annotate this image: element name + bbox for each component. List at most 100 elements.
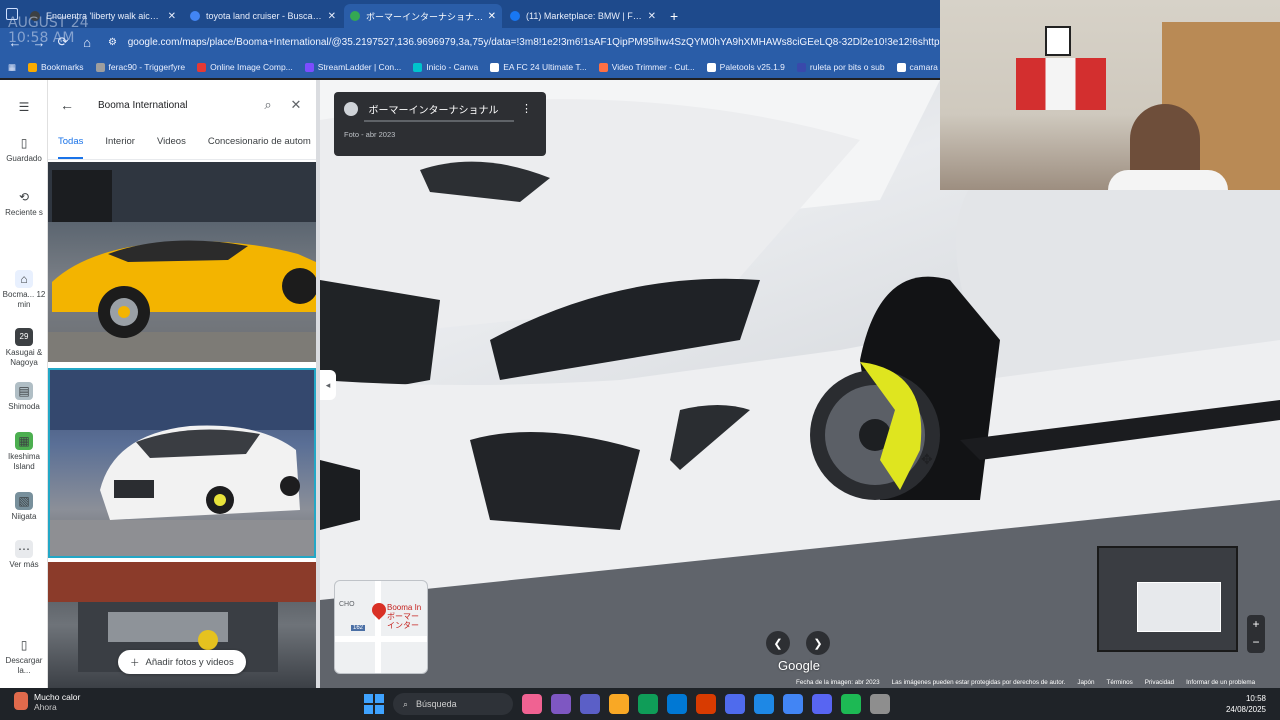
privacy-link[interactable]: Privacidad: [1145, 679, 1174, 688]
mini-map[interactable]: CHO 162 Booma In ボーマー インター: [334, 580, 428, 674]
new-tab-button[interactable]: +: [670, 8, 678, 24]
image-icon: [197, 62, 207, 72]
rail-item-niigata[interactable]: ▧ Niigata: [0, 492, 48, 522]
rail-label: Guardado: [6, 154, 42, 163]
bookmark-item[interactable]: Online Image Comp...: [197, 62, 293, 72]
chrome-icon[interactable]: [783, 694, 803, 714]
file-explorer-icon[interactable]: [609, 694, 629, 714]
edge-icon[interactable]: [638, 694, 658, 714]
rail-item-more[interactable]: ⋯ Ver más: [0, 540, 48, 570]
tab-all[interactable]: Todas: [58, 136, 84, 159]
rail-item-saved[interactable]: ▯ Guardado: [0, 134, 48, 164]
place-name[interactable]: ボーマーインターナショナル: [368, 105, 498, 116]
taskbar-search[interactable]: ⌕ Búsqueda: [393, 693, 513, 715]
photo-thumbnail-yellow-lamborghini[interactable]: [48, 162, 316, 362]
close-tab-icon[interactable]: ✕: [168, 11, 176, 22]
rail-item-recent[interactable]: ⟲ Reciente s: [0, 188, 48, 218]
collapse-panel-button[interactable]: ◂: [320, 370, 336, 400]
back-arrow-icon[interactable]: ←: [60, 97, 84, 113]
bookmark-item[interactable]: Paletools v25.1.9: [706, 62, 785, 72]
camera-icon: [896, 62, 906, 72]
photo-date: Foto - abr 2023: [344, 130, 396, 139]
system-clock[interactable]: 10:58 24/08/2025: [1226, 693, 1266, 715]
tab-land-cruiser[interactable]: toyota land cruiser - Buscar con ✕: [184, 4, 342, 28]
zoom-out-button[interactable]: −: [1247, 633, 1265, 651]
lamborghini-image: [48, 162, 316, 362]
obs-icon[interactable]: [870, 694, 890, 714]
close-icon[interactable]: ✕: [282, 97, 310, 113]
weather-widget[interactable]: Mucho calor Ahora: [14, 692, 80, 712]
tab-videos[interactable]: Videos: [157, 136, 186, 159]
previous-photo-button[interactable]: ❮: [766, 631, 790, 655]
rail-item-download[interactable]: ▯ Descargar la...: [0, 636, 48, 676]
rail-item-booma[interactable]: ⌂ Bocma... 12 min: [0, 270, 48, 310]
home-icon[interactable]: ⌂: [80, 35, 94, 50]
bookmark-item[interactable]: Video Trimmer - Cut...: [598, 62, 695, 72]
hamburger-icon: ☰: [18, 100, 30, 114]
forward-icon[interactable]: →: [32, 35, 46, 50]
next-photo-button[interactable]: ❯: [806, 631, 830, 655]
tab-google-maps[interactable]: ボーマーインターナショナル - Google ✕: [344, 4, 502, 28]
copilot-icon[interactable]: [522, 694, 542, 714]
apps-grid-icon[interactable]: ▦: [8, 62, 16, 73]
map-place-label: Booma In ボーマー インター: [387, 603, 422, 630]
bookmark-item[interactable]: Inicio - Canva: [413, 62, 478, 72]
clock-time: 10:58: [1245, 694, 1266, 703]
close-tab-icon[interactable]: ✕: [328, 11, 336, 22]
back-icon[interactable]: ←: [8, 35, 22, 50]
address-bar: ← → ⟳ ⌂ ⚙ google.com/maps/place/Booma+In…: [0, 28, 940, 56]
google-logo: Google: [778, 658, 820, 673]
tab-dealership[interactable]: Concesionario de autom: [208, 136, 311, 159]
bookmark-label: StreamLadder | Con...: [317, 62, 402, 72]
rail-item-ikeshima[interactable]: ▦ Ikeshima Island: [0, 432, 48, 472]
menu-button[interactable]: ☰: [0, 98, 48, 118]
tab-interior[interactable]: Interior: [105, 136, 135, 159]
close-tab-icon[interactable]: ✕: [488, 11, 496, 22]
bookmark-item[interactable]: camara cel: [896, 62, 940, 72]
map-area-label: CHO: [339, 601, 355, 608]
rail-item-kasugai[interactable]: 29 Kasugai & Nagoya: [0, 328, 48, 368]
bookmark-item[interactable]: Bookmarks: [28, 62, 84, 72]
mail-icon[interactable]: [725, 694, 745, 714]
task-view-icon[interactable]: [551, 694, 571, 714]
bookmark-item[interactable]: ferac90 - Triggerfyre: [95, 62, 185, 72]
photo-thumbnail-white-wrx[interactable]: [48, 368, 316, 558]
photos-icon[interactable]: [754, 694, 774, 714]
wheel-icon: [796, 62, 806, 72]
start-button[interactable]: [364, 694, 384, 714]
spotify-icon[interactable]: [841, 694, 861, 714]
bookmark-item[interactable]: StreamLadder | Con...: [304, 62, 402, 72]
window-menu-icon[interactable]: [6, 8, 18, 20]
teams-icon[interactable]: [580, 694, 600, 714]
search-input[interactable]: Booma International: [84, 100, 254, 111]
rail-label: Descargar la...: [5, 656, 43, 675]
country-link[interactable]: Japón: [1077, 679, 1094, 688]
photo-overview-thumbnail[interactable]: [1097, 546, 1238, 652]
add-photos-label: Añadir fotos y videos: [145, 656, 234, 668]
place-photo-icon: ▤: [15, 382, 33, 400]
site-info-icon[interactable]: ⚙: [108, 37, 117, 48]
zoom-in-button[interactable]: +: [1247, 615, 1265, 633]
rail-label: Bocma... 12 min: [2, 290, 46, 309]
rail-label: Shimoda: [8, 402, 40, 411]
rail-item-shimoda[interactable]: ▤ Shimoda: [0, 382, 48, 412]
close-tab-icon[interactable]: ✕: [648, 11, 656, 22]
office-icon[interactable]: [696, 694, 716, 714]
move-cursor-icon: ✥: [921, 451, 933, 467]
discord-icon[interactable]: [812, 694, 832, 714]
tab-liberty-walk[interactable]: Encuentra 'liberty walk aichi' en ✕: [24, 4, 182, 28]
bookmark-item[interactable]: ruleta por bits o sub: [796, 62, 885, 72]
bookmark-item[interactable]: EA FC 24 Ultimate T...: [490, 62, 587, 72]
wrx-showroom-image: [50, 370, 314, 556]
store-icon[interactable]: [667, 694, 687, 714]
search-icon: ⌕: [403, 698, 409, 709]
terms-link[interactable]: Términos: [1106, 679, 1132, 688]
url-field[interactable]: ⚙ google.com/maps/place/Booma+Internatio…: [108, 37, 940, 48]
tab-marketplace[interactable]: (11) Marketplace: BMW | Faceb ✕: [504, 4, 662, 28]
more-options-icon[interactable]: ⋮: [521, 102, 532, 115]
reload-icon[interactable]: ⟳: [56, 34, 70, 50]
add-photos-button[interactable]: ＋ Añadir fotos y videos: [118, 650, 246, 674]
report-problem-link[interactable]: Informar de un problema: [1186, 679, 1255, 688]
search-icon[interactable]: ⌕: [254, 97, 282, 113]
rail-label: Ikeshima Island: [7, 452, 40, 471]
